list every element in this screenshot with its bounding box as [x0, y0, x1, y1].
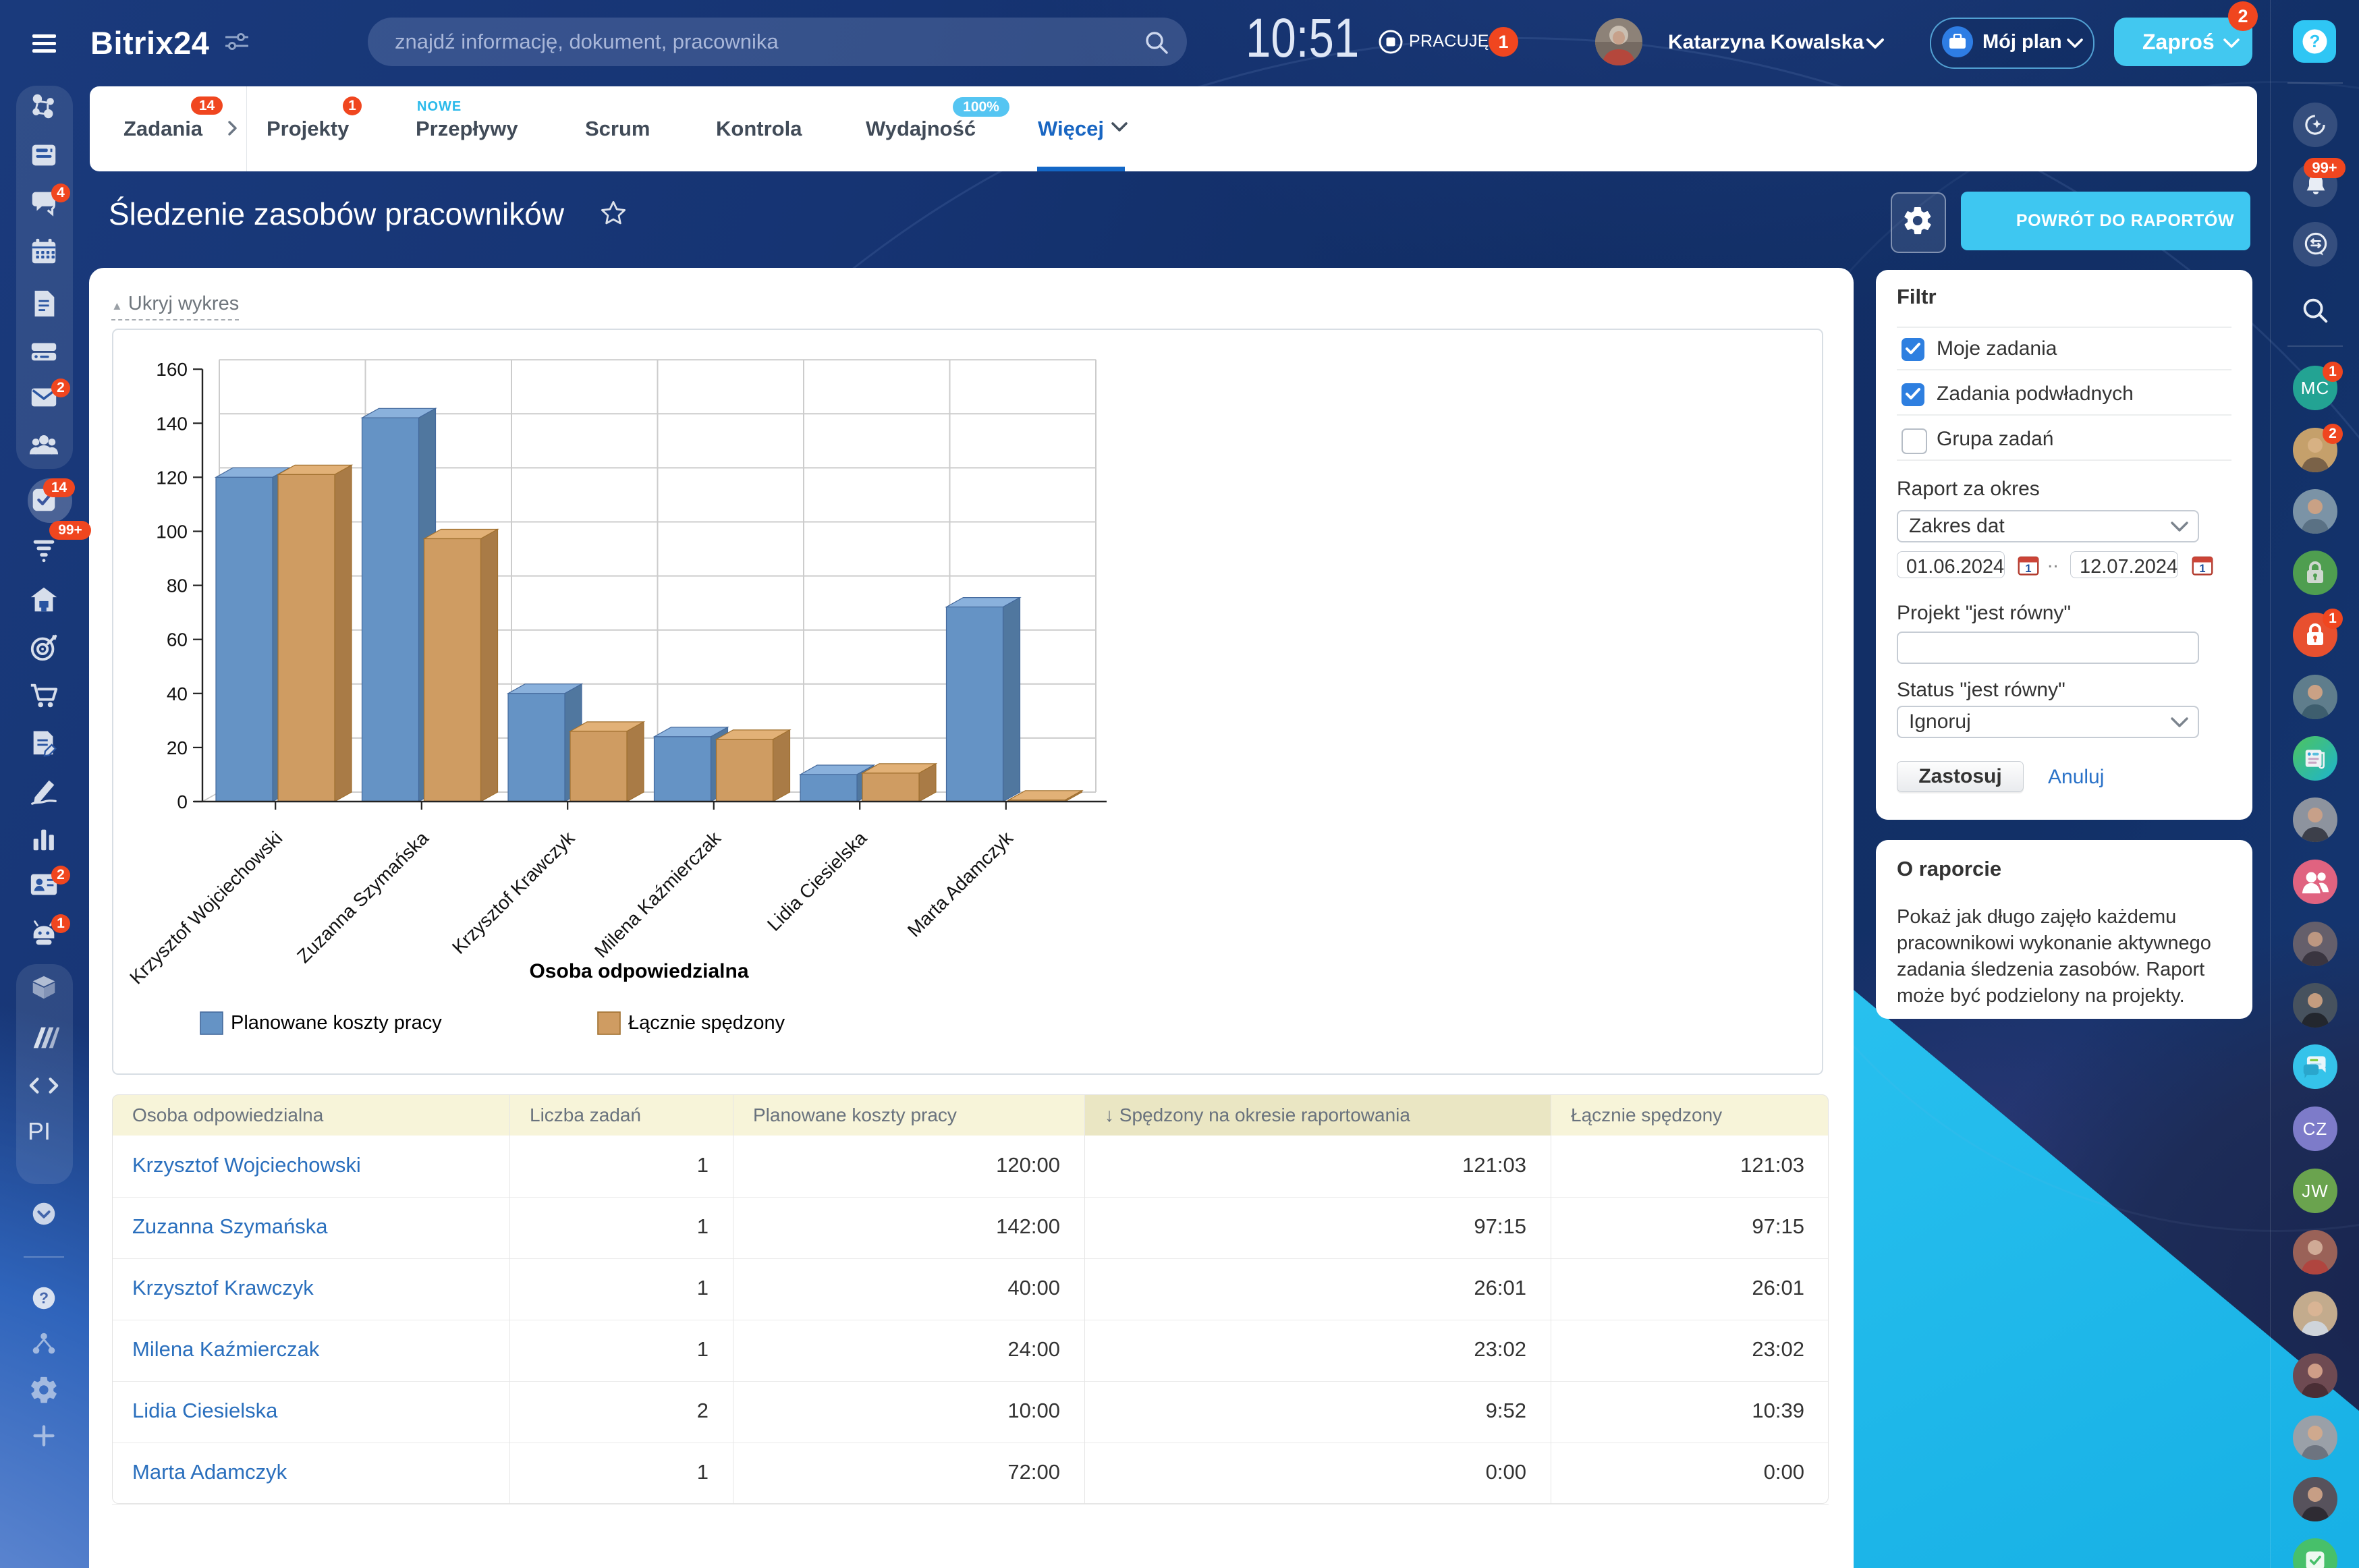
svg-text:60: 60	[167, 629, 188, 650]
svg-text:Łącznie spędzony: Łącznie spędzony	[628, 1012, 785, 1034]
svg-text:1: 1	[2025, 563, 2031, 575]
svg-text:Planowane koszty pracy: Planowane koszty pracy	[231, 1012, 442, 1034]
svg-text:?: ?	[2310, 31, 2321, 51]
svg-text:140: 140	[156, 413, 188, 434]
svg-text:100: 100	[156, 522, 188, 542]
svg-text:?: ?	[39, 1289, 49, 1307]
svg-text:20: 20	[167, 737, 188, 758]
svg-text:120: 120	[156, 467, 188, 488]
svg-text:40: 40	[167, 683, 188, 704]
svg-text:Osoba odpowiedzialna: Osoba odpowiedzialna	[529, 960, 748, 982]
svg-text:160: 160	[156, 359, 188, 380]
svg-text:0: 0	[177, 791, 188, 812]
svg-text:80: 80	[167, 576, 188, 596]
svg-text:1: 1	[2199, 563, 2205, 575]
